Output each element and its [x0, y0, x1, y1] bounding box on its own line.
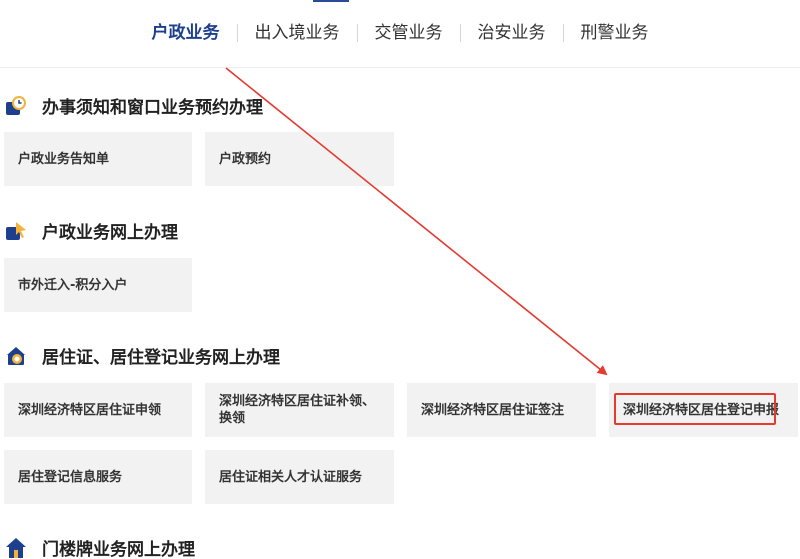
card-label: 户政业务告知单 — [18, 151, 110, 167]
house-icon — [4, 535, 28, 559]
section-heading-online-huzheng: 户政业务网上办理 — [4, 215, 178, 245]
section-heading-door-plate: 门楼牌业务网上办理 — [4, 532, 195, 559]
tab-huzheng[interactable]: 户政业务 — [135, 20, 237, 46]
card-huzheng-notice[interactable]: 户政业务告知单 — [4, 132, 192, 186]
card-label: 居住登记信息服务 — [18, 469, 123, 485]
card-label: 深圳经济特区居住证申领 — [18, 402, 162, 418]
card-label: 深圳经济特区居住登记申报 — [623, 402, 780, 418]
section-title: 办事须知和窗口业务预约办理 — [42, 97, 263, 118]
card-points-settlement[interactable]: 市外迁入-积分入户 — [4, 258, 192, 312]
card-label: 居住证相关人才认证服务 — [219, 469, 363, 485]
active-tab-indicator — [313, 0, 349, 2]
tab-jiaoguan[interactable]: 交管业务 — [358, 20, 460, 46]
tab-churujing[interactable]: 出入境业务 — [238, 20, 357, 46]
tab-bar: 户政业务 出入境业务 交管业务 治安业务 刑警业务 — [0, 20, 800, 46]
card-label: 市外迁入-积分入户 — [18, 277, 128, 293]
tab-zhian[interactable]: 治安业务 — [461, 20, 563, 46]
card-label: 深圳经济特区居住证签注 — [421, 402, 565, 418]
clock-icon — [4, 93, 28, 117]
top-navigation: 户政业务 出入境业务 交管业务 治安业务 刑警业务 — [0, 0, 800, 68]
id-card-icon — [4, 343, 28, 367]
section-heading-residence: 居住证、居住登记业务网上办理 — [4, 340, 280, 370]
section-title: 门楼牌业务网上办理 — [42, 539, 195, 559]
cursor-icon — [4, 218, 28, 242]
card-residence-permit-reissue[interactable]: 深圳经济特区居住证补领、换领 — [205, 383, 394, 437]
card-huzheng-appointment[interactable]: 户政预约 — [205, 132, 394, 186]
tab-xingjing[interactable]: 刑警业务 — [564, 20, 666, 46]
card-residence-permit-apply[interactable]: 深圳经济特区居住证申领 — [4, 383, 192, 437]
section-heading-appointment: 办事须知和窗口业务预约办理 — [4, 90, 263, 120]
card-residence-permit-endorse[interactable]: 深圳经济特区居住证签注 — [407, 383, 596, 437]
card-registration-info-service[interactable]: 居住登记信息服务 — [4, 450, 192, 504]
card-residence-registration[interactable]: 深圳经济特区居住登记申报 — [609, 383, 798, 437]
card-talent-certification[interactable]: 居住证相关人才认证服务 — [205, 450, 394, 504]
section-title: 户政业务网上办理 — [42, 222, 178, 243]
section-title: 居住证、居住登记业务网上办理 — [42, 347, 280, 368]
card-label: 户政预约 — [219, 151, 272, 167]
card-label: 深圳经济特区居住证补领、换领 — [219, 394, 376, 426]
